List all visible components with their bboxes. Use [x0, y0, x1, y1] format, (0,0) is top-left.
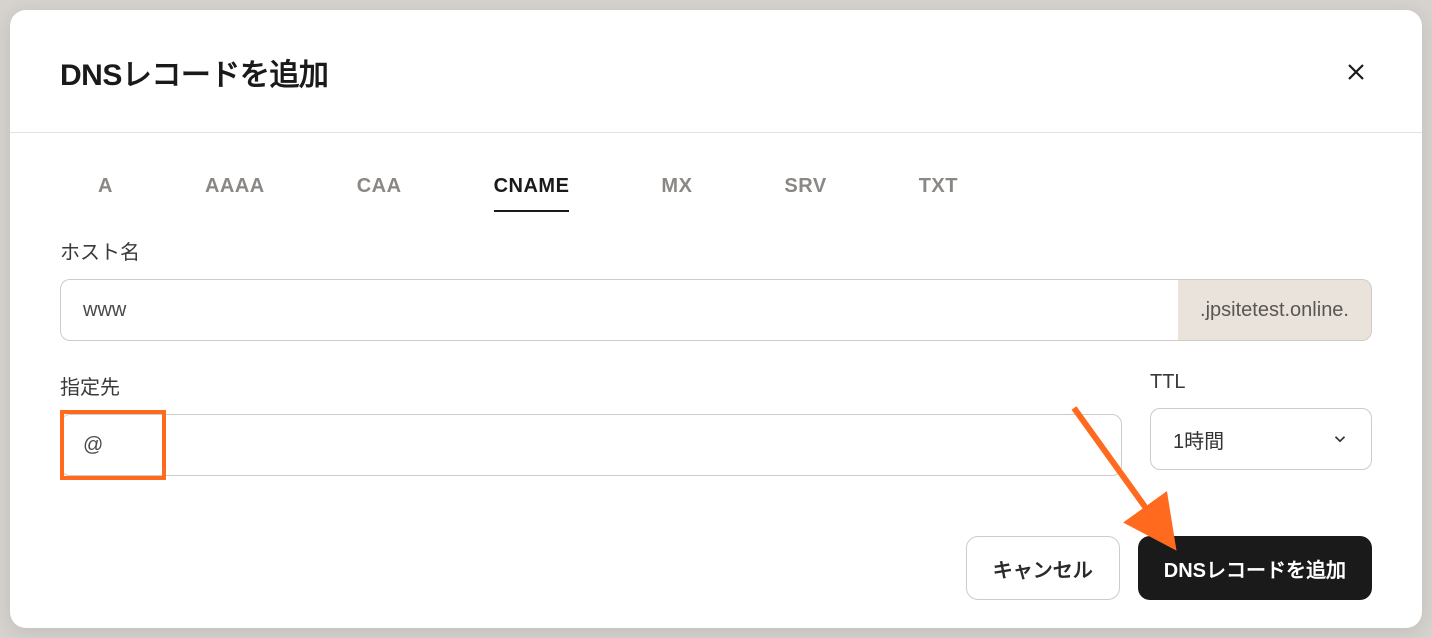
- tab-aaaa[interactable]: AAAA: [205, 167, 265, 206]
- ttl-value: 1時間: [1173, 425, 1224, 454]
- points-to-highlight: [60, 414, 1122, 476]
- tab-caa[interactable]: CAA: [357, 167, 402, 206]
- modal-footer: キャンセル DNSレコードを追加: [10, 536, 1422, 630]
- second-row: 指定先 TTL 1時間: [60, 371, 1372, 506]
- cancel-button[interactable]: キャンセル: [966, 536, 1120, 600]
- tab-cname[interactable]: CNAME: [494, 167, 570, 206]
- dns-add-modal: DNSレコードを追加 A AAAA CAA CNAME MX SRV TXT ホ…: [10, 10, 1422, 628]
- points-to-input[interactable]: [60, 414, 1122, 476]
- tab-txt[interactable]: TXT: [919, 167, 958, 206]
- record-type-tabs: A AAAA CAA CNAME MX SRV TXT: [60, 133, 1372, 236]
- ttl-select[interactable]: 1時間: [1150, 408, 1372, 470]
- close-button[interactable]: [1340, 56, 1372, 88]
- tab-a[interactable]: A: [98, 167, 113, 206]
- points-to-group: 指定先: [60, 371, 1122, 476]
- hostname-input-wrap: .jpsitetest.online.: [60, 279, 1372, 341]
- modal-title: DNSレコードを追加: [60, 50, 328, 94]
- hostname-group: ホスト名 .jpsitetest.online.: [60, 236, 1372, 341]
- ttl-group: TTL 1時間: [1150, 371, 1372, 476]
- points-to-label: 指定先: [60, 371, 1122, 400]
- hostname-input[interactable]: [60, 279, 1178, 341]
- ttl-label: TTL: [1150, 371, 1372, 394]
- hostname-suffix: .jpsitetest.online.: [1178, 279, 1372, 341]
- submit-button[interactable]: DNSレコードを追加: [1138, 536, 1372, 600]
- modal-header: DNSレコードを追加: [10, 10, 1422, 133]
- chevron-down-icon: [1331, 430, 1349, 448]
- tab-srv[interactable]: SRV: [784, 167, 826, 206]
- tab-mx[interactable]: MX: [661, 167, 692, 206]
- modal-body: A AAAA CAA CNAME MX SRV TXT ホスト名 .jpsite…: [10, 133, 1422, 536]
- close-icon: [1344, 60, 1368, 84]
- hostname-label: ホスト名: [60, 236, 1372, 265]
